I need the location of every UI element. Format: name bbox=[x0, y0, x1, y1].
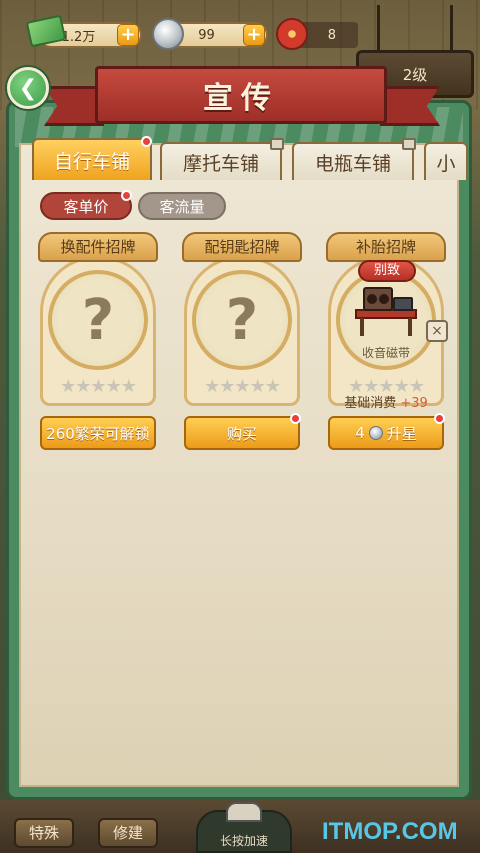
base-spend-stat: 基础消费 +39 bbox=[322, 392, 450, 411]
unknown-item-icon: ? bbox=[192, 270, 292, 370]
lock-icon bbox=[402, 138, 416, 150]
build-button[interactable]: 修建 bbox=[98, 818, 158, 848]
notification-dot bbox=[141, 136, 152, 147]
stat-bonus: +39 bbox=[400, 396, 428, 411]
tab-label: 自行车铺 bbox=[53, 150, 130, 173]
close-icon[interactable]: × bbox=[426, 320, 448, 342]
lock-icon bbox=[270, 138, 284, 150]
watermark: ITMOP.COM bbox=[322, 818, 458, 845]
category-customer-flow[interactable]: 客流量 bbox=[138, 192, 226, 220]
sign-card-tire[interactable]: 补胎招牌 别致 收音磁带 ★★★★★ 基础消费 +39 4 升星 bbox=[322, 232, 450, 457]
item-name: 收音磁带 bbox=[361, 346, 410, 360]
card-title: 补胎招牌 bbox=[326, 232, 446, 262]
star-rating: ★★★★★ bbox=[204, 376, 281, 397]
tab-motorcycle-shop[interactable]: 摩托车铺 bbox=[160, 138, 284, 180]
add-money-button[interactable]: + bbox=[117, 24, 139, 46]
radio-cassette-icon bbox=[355, 287, 417, 336]
rarity-badge: 别致 bbox=[358, 260, 416, 282]
silver-coin-icon bbox=[152, 18, 184, 50]
star-rating: ★★★★★ bbox=[60, 376, 137, 397]
category-price-per-customer[interactable]: 客单价 bbox=[40, 190, 132, 220]
notification-dot bbox=[121, 190, 132, 201]
notification-dot bbox=[434, 413, 445, 424]
page-title: 宣传 bbox=[95, 66, 387, 124]
silver-coin-icon bbox=[368, 426, 383, 440]
buy-label: 购买 bbox=[226, 424, 257, 443]
buy-button[interactable]: 购买 bbox=[184, 413, 301, 450]
unknown-item-icon: ? bbox=[48, 270, 148, 370]
card-title: 配钥匙招牌 bbox=[182, 232, 302, 262]
chip-label: 客流量 bbox=[159, 197, 205, 216]
tab-label: 小 bbox=[436, 152, 456, 175]
tab-bicycle-shop[interactable]: 自行车铺 bbox=[32, 136, 152, 180]
cost-value: 4 bbox=[355, 424, 365, 442]
special-button[interactable]: 特殊 bbox=[14, 818, 74, 848]
flower-value: 8 bbox=[327, 27, 336, 43]
back-button[interactable]: ❮ bbox=[7, 67, 49, 109]
tab-ebike-shop[interactable]: 电瓶车铺 bbox=[292, 138, 416, 180]
sign-card-keys[interactable]: ? 配钥匙招牌 ★★★★★ 购买 bbox=[178, 232, 306, 457]
card-title: 换配件招牌 bbox=[38, 232, 158, 262]
sign-card-parts[interactable]: ? 换配件招牌 ★★★★★ 260繁荣可解锁 bbox=[34, 232, 162, 457]
chip-label: 客单价 bbox=[63, 197, 109, 216]
back-arrow-icon: ❮ bbox=[18, 75, 38, 101]
tab-label: 电瓶车铺 bbox=[314, 152, 391, 175]
notification-dot bbox=[290, 413, 301, 424]
upgrade-label: 升星 bbox=[386, 424, 417, 443]
add-coins-button[interactable]: + bbox=[243, 24, 265, 46]
unlock-button[interactable]: 260繁荣可解锁 bbox=[40, 416, 156, 450]
hourglass-icon bbox=[226, 802, 262, 822]
tab-label: 摩托车铺 bbox=[182, 152, 259, 175]
unlock-label: 260繁荣可解锁 bbox=[46, 424, 150, 443]
tab-next-shop[interactable]: 小 bbox=[424, 142, 468, 180]
flower-icon bbox=[276, 18, 308, 50]
upgrade-star-button[interactable]: 4 升星 bbox=[328, 413, 445, 450]
stat-label: 基础消费 bbox=[344, 396, 397, 411]
